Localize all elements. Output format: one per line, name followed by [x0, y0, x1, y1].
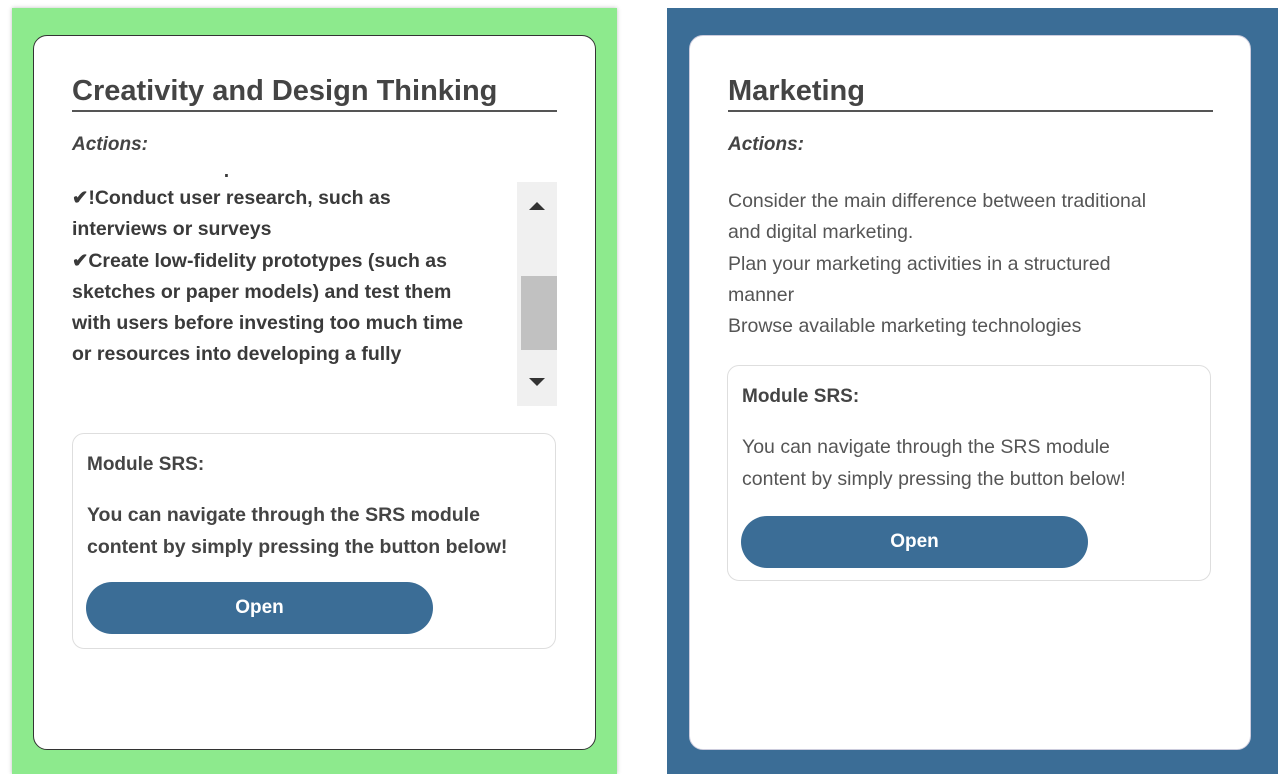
marketing-panel: Marketing Actions: Consider the main dif…: [667, 8, 1278, 774]
module-title: Module SRS:: [742, 386, 860, 407]
open-button[interactable]: Open: [741, 516, 1088, 568]
actions-label: Actions:: [728, 134, 804, 155]
scroll-down-arrow-icon[interactable]: [529, 378, 545, 386]
module-description-line: You can navigate through the SRS module: [742, 436, 1110, 458]
card-title: Creativity and Design Thinking: [72, 74, 557, 112]
actions-list: Consider the main difference between tra…: [728, 186, 1208, 342]
module-description-line: content by simply pressing the button be…: [87, 535, 508, 558]
actions-line: Consider the main difference between tra…: [728, 190, 1147, 212]
scrollbar-thumb[interactable]: [521, 276, 557, 350]
marketing-card: Marketing Actions: Consider the main dif…: [689, 35, 1251, 750]
card-title: Marketing: [728, 74, 1213, 112]
design-thinking-panel: Creativity and Design Thinking Actions: …: [12, 8, 617, 774]
actions-line: ✔!Conduct user research, such as: [72, 187, 391, 210]
actions-line: ✔Create low-fidelity prototypes (such as: [72, 249, 447, 272]
actions-line: a new idea for a product or service: [72, 174, 512, 183]
vertical-scrollbar[interactable]: [517, 182, 557, 406]
module-srs-box: Module SRS: You can navigate through the…: [72, 433, 556, 649]
actions-line: and digital marketing.: [728, 221, 914, 244]
actions-line: Browse available marketing technologies: [728, 315, 1082, 338]
actions-line: or resources into developing a fully: [72, 343, 402, 366]
module-description: You can navigate through the SRS module …: [87, 500, 549, 563]
design-thinking-card: Creativity and Design Thinking Actions: …: [33, 35, 596, 750]
module-description: You can navigate through the SRS module …: [742, 432, 1204, 495]
actions-list: a new idea for a product or service ✔!Co…: [72, 174, 512, 370]
actions-line: interviews or surveys: [72, 218, 272, 241]
open-button[interactable]: Open: [86, 582, 433, 634]
module-description-line: You can navigate through the SRS module: [87, 504, 480, 526]
module-srs-box: Module SRS: You can navigate through the…: [727, 365, 1211, 581]
module-description-line: content by simply pressing the button be…: [742, 467, 1126, 490]
module-title: Module SRS:: [87, 454, 205, 475]
actions-scroll-area[interactable]: a new idea for a product or service ✔!Co…: [72, 174, 557, 406]
actions-label: Actions:: [72, 134, 148, 155]
actions-line: Plan your marketing activities in a stru…: [728, 252, 1111, 275]
scroll-up-arrow-icon[interactable]: [529, 202, 545, 210]
actions-line: sketches or paper models) and test them: [72, 280, 452, 303]
actions-line: with users before investing too much tim…: [72, 312, 464, 335]
actions-line: manner: [728, 283, 795, 306]
